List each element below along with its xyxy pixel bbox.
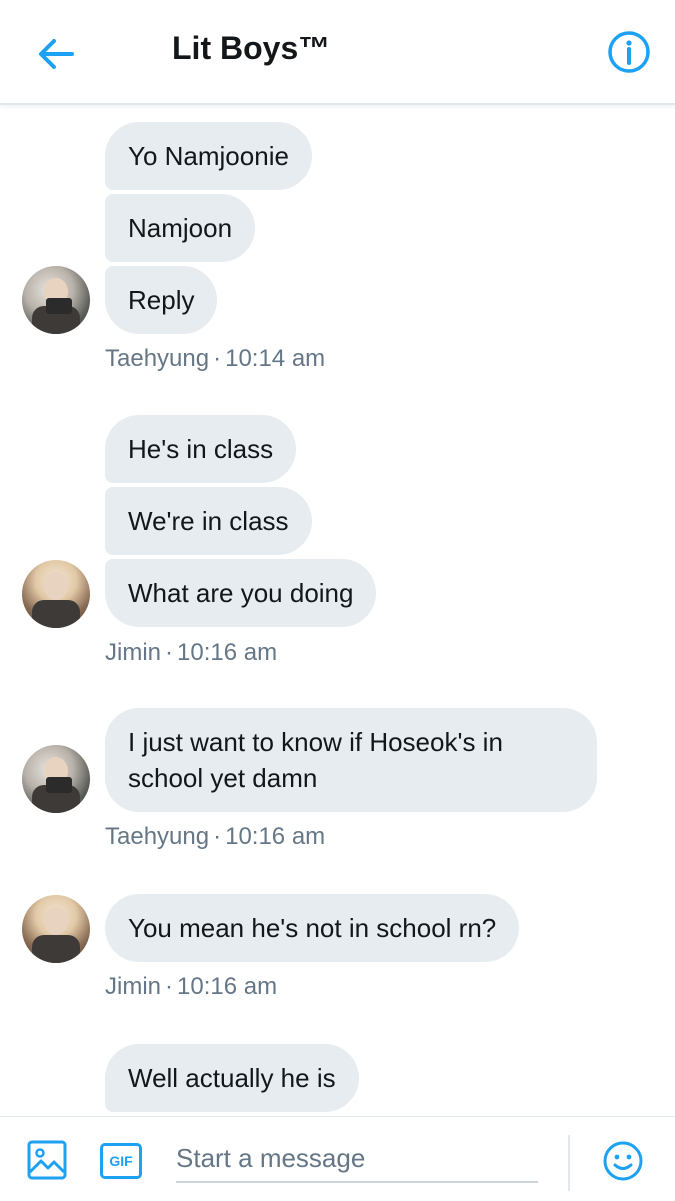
- message-thread[interactable]: Yo Namjoonie Namjoon Reply Taehyung · 10:1…: [0, 105, 675, 1115]
- message-bubble[interactable]: Yo Namjoonie: [105, 122, 312, 190]
- camera-shape: [46, 298, 72, 314]
- message-bubble[interactable]: Well actually he is: [105, 1044, 359, 1112]
- message-time: 10:16 am: [225, 823, 326, 850]
- back-button[interactable]: [34, 32, 78, 76]
- smiley-icon: [603, 1141, 643, 1181]
- message-time: 10:16 am: [177, 639, 278, 666]
- message-meta: Taehyung · 10:16 am: [105, 823, 325, 851]
- add-image-button[interactable]: [26, 1139, 68, 1181]
- gif-button[interactable]: GIF: [100, 1143, 142, 1179]
- avatar-body: [32, 935, 80, 963]
- separator-dot: ·: [165, 973, 174, 1000]
- top-bar: Lit Boys™: [0, 0, 675, 105]
- message-time: 10:14 am: [225, 345, 326, 372]
- separator-dot: ·: [213, 823, 222, 850]
- message-meta: Jimin · 10:16 am: [105, 973, 277, 1001]
- message-composer: GIF: [0, 1116, 675, 1201]
- avatar-jimin[interactable]: [22, 560, 90, 628]
- camera-shape: [46, 777, 72, 793]
- avatar-taehyung[interactable]: [22, 266, 90, 334]
- sender-name: Taehyung: [105, 823, 210, 850]
- message-time: 10:16 am: [177, 973, 278, 1000]
- composer-divider: [568, 1135, 570, 1191]
- sender-name: Jimin: [105, 973, 162, 1000]
- message-bubble[interactable]: I just want to know if Hoseok's in schoo…: [105, 708, 597, 812]
- separator-dot: ·: [165, 639, 174, 666]
- message-bubble[interactable]: Reply: [105, 266, 218, 334]
- message-meta: Taehyung · 10:14 am: [105, 345, 325, 373]
- emoji-button[interactable]: [601, 1139, 645, 1183]
- avatar-face: [44, 572, 68, 600]
- message-input[interactable]: [176, 1135, 538, 1183]
- arrow-left-icon: [39, 39, 74, 69]
- message-bubble[interactable]: What are you doing: [105, 559, 377, 627]
- message-meta: Jimin · 10:16 am: [105, 639, 277, 667]
- conversation-title: Lit Boys™: [172, 30, 331, 66]
- sender-name: Taehyung: [105, 345, 210, 372]
- message-bubble[interactable]: You mean he's not in school rn?: [105, 894, 520, 962]
- image-icon: [27, 1140, 67, 1180]
- avatar-body: [32, 600, 80, 628]
- message-bubble[interactable]: He's in class: [105, 415, 297, 483]
- message-bubble[interactable]: Namjoon: [105, 194, 256, 262]
- avatar-jimin[interactable]: [22, 895, 90, 963]
- separator-dot: ·: [213, 345, 222, 372]
- avatar-face: [44, 907, 68, 935]
- avatar-taehyung[interactable]: [22, 745, 90, 813]
- info-button[interactable]: [607, 30, 651, 74]
- sender-name: Jimin: [105, 639, 162, 666]
- info-circle-icon: [608, 31, 650, 73]
- message-bubble[interactable]: We're in class: [105, 487, 312, 555]
